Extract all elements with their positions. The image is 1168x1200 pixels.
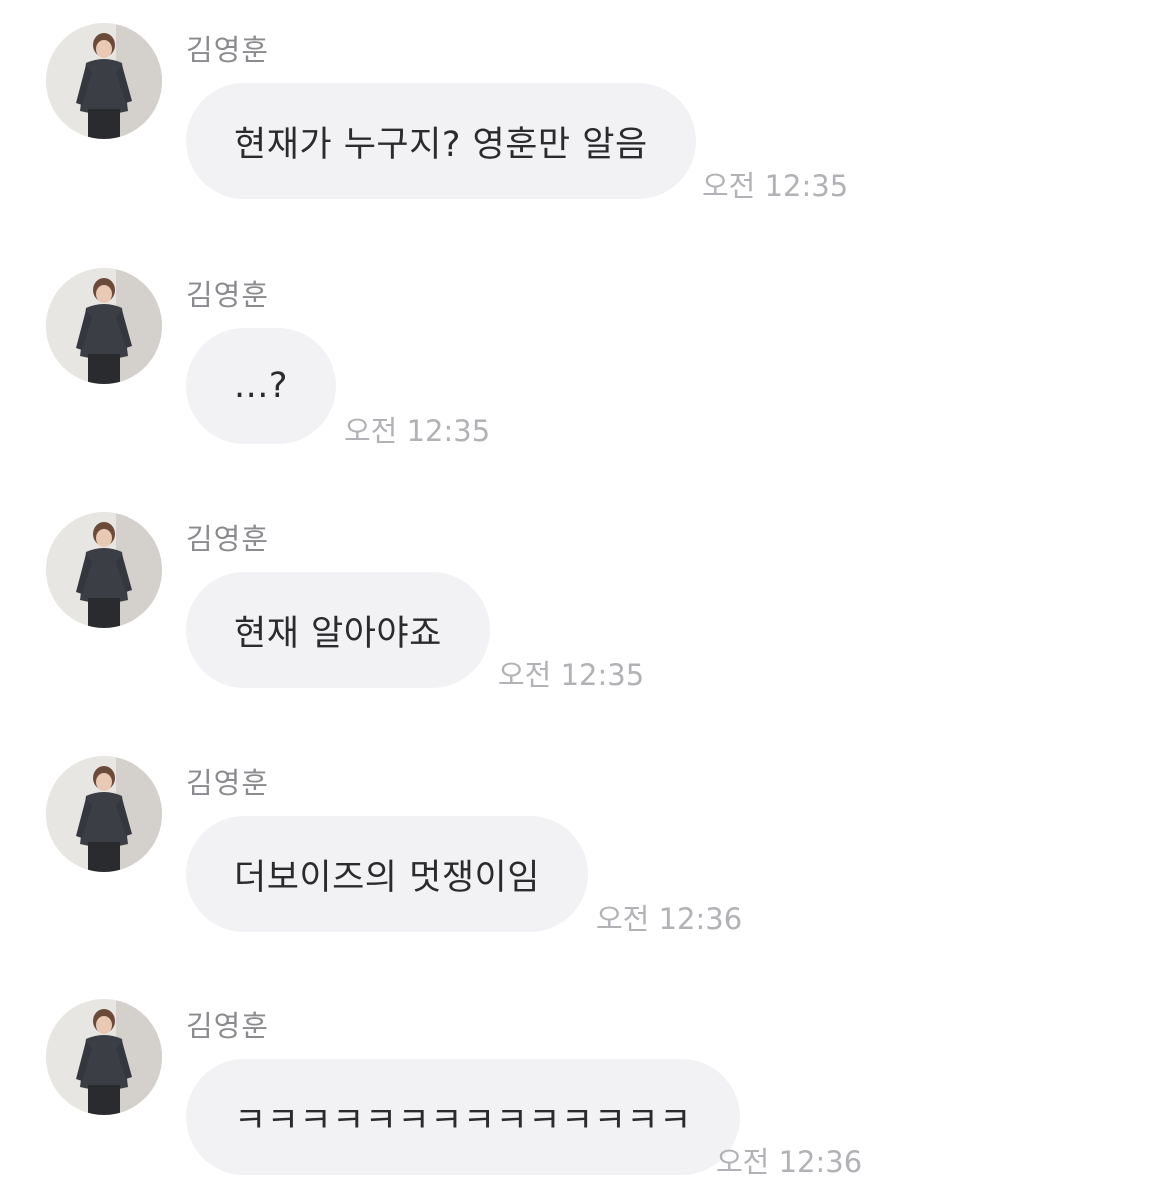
message-bubble[interactable]: 더보이즈의 멋쟁이임	[186, 816, 588, 932]
message-timestamp: 오전 12:35	[702, 169, 849, 203]
message-row: 김영훈 더보이즈의 멋쟁이임 오전 12:36	[0, 733, 1168, 936]
message-timestamp: 오전 12:36	[716, 1145, 863, 1179]
sender-avatar[interactable]	[46, 999, 162, 1115]
message-text: 더보이즈의 멋쟁이임	[234, 857, 540, 898]
profile-photo-icon	[46, 756, 162, 872]
sender-avatar[interactable]	[46, 512, 162, 628]
profile-photo-icon	[46, 999, 162, 1115]
message-timestamp: 오전 12:35	[344, 414, 491, 448]
message-row: 김영훈 ㅋㅋㅋㅋㅋㅋㅋㅋㅋㅋㅋㅋㅋㅋ 오전 12:36	[0, 976, 1168, 1179]
sender-name: 김영훈	[186, 1009, 270, 1043]
message-text: 현재 알아야죠	[234, 613, 442, 654]
profile-photo-icon	[46, 268, 162, 384]
sender-name: 김영훈	[186, 766, 270, 800]
message-timestamp: 오전 12:36	[596, 902, 743, 936]
sender-name: 김영훈	[186, 522, 270, 556]
sender-avatar[interactable]	[46, 268, 162, 384]
sender-avatar[interactable]	[46, 756, 162, 872]
chat-message-list: 김영훈 현재가 누구지? 영훈만 알음 오전 12:35 김영훈 ...? 오전…	[0, 0, 1168, 1200]
message-row: 김영훈 ...? 오전 12:35	[0, 245, 1168, 448]
sender-avatar[interactable]	[46, 23, 162, 139]
message-bubble[interactable]: ...?	[186, 328, 336, 444]
message-row: 김영훈 현재 알아야죠 오전 12:35	[0, 489, 1168, 692]
message-timestamp: 오전 12:35	[498, 658, 645, 692]
sender-name: 김영훈	[186, 278, 270, 312]
message-bubble[interactable]: 현재 알아야죠	[186, 572, 490, 688]
message-text: ㅋㅋㅋㅋㅋㅋㅋㅋㅋㅋㅋㅋㅋㅋ	[234, 1100, 692, 1141]
profile-photo-icon	[46, 512, 162, 628]
message-text: ...?	[234, 366, 288, 406]
message-bubble[interactable]: 현재가 누구지? 영훈만 알음	[186, 83, 696, 199]
profile-photo-icon	[46, 23, 162, 139]
message-row: 김영훈 현재가 누구지? 영훈만 알음 오전 12:35	[0, 0, 1168, 203]
sender-name: 김영훈	[186, 33, 270, 67]
message-text: 현재가 누구지? 영훈만 알음	[234, 124, 648, 165]
message-bubble[interactable]: ㅋㅋㅋㅋㅋㅋㅋㅋㅋㅋㅋㅋㅋㅋ	[186, 1059, 740, 1175]
